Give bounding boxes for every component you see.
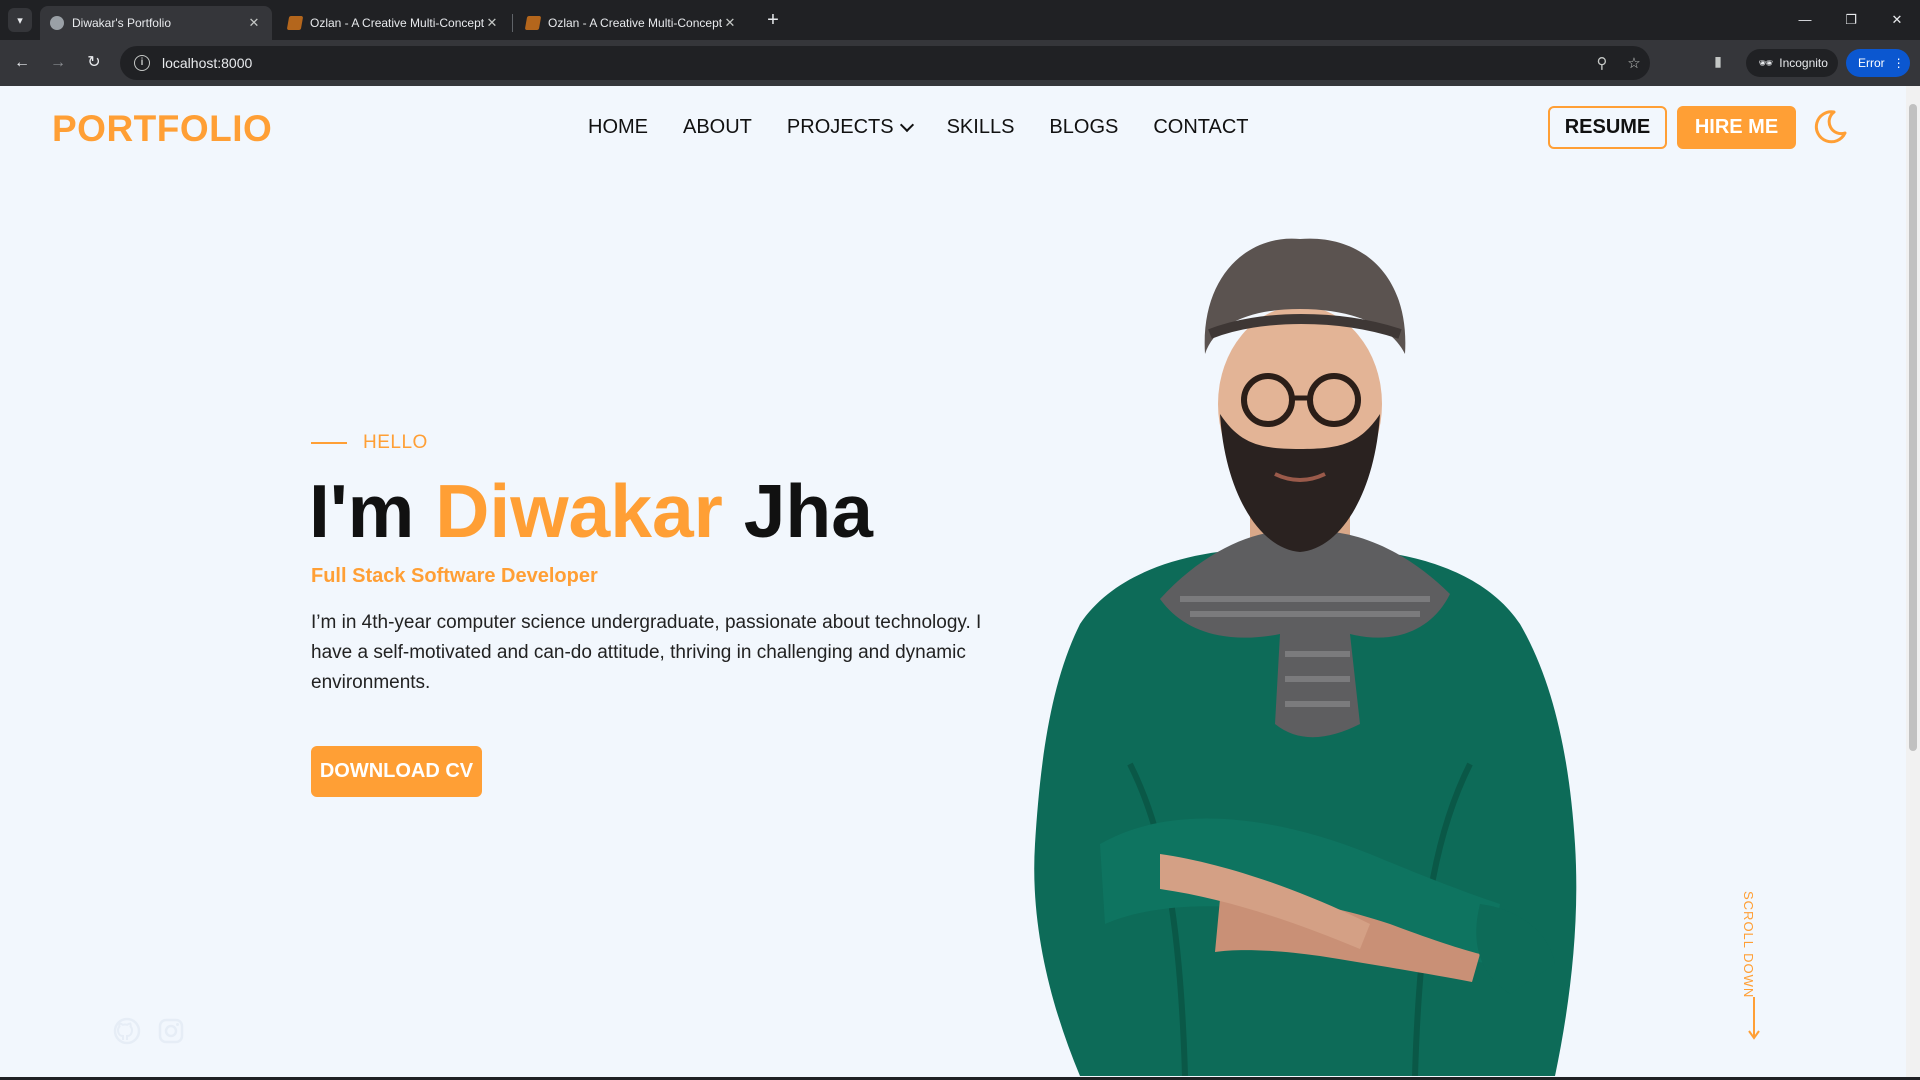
nav-about[interactable]: ABOUT (683, 116, 752, 139)
headline-first-name: Diwakar (435, 469, 723, 553)
site-info-icon[interactable]: i (134, 55, 150, 71)
globe-icon (50, 16, 64, 30)
instagram-icon[interactable] (156, 1016, 186, 1046)
nav-projects[interactable]: PROJECTS (786, 116, 914, 139)
social-links (112, 1016, 186, 1046)
bookmark-star-icon[interactable]: ☆ (1618, 54, 1650, 72)
hire-me-button[interactable]: HIRE ME (1677, 106, 1796, 149)
nav-skills[interactable]: SKILLS (947, 116, 1015, 139)
zoom-icon[interactable]: ⚲ (1586, 54, 1618, 72)
reload-button[interactable]: ↻ (80, 49, 108, 77)
main-nav: HOME ABOUT PROJECTS SKILLS BLOGS CONTACT (588, 116, 1249, 139)
scroll-down-label: SCROLL DOWN (1741, 891, 1756, 999)
hero-eyebrow: HELLO (311, 432, 428, 454)
moon-icon[interactable] (1810, 106, 1850, 146)
site-logo[interactable]: PORTFOLIO (52, 108, 272, 150)
error-label: Error (1858, 56, 1885, 70)
tab-ozlan-2[interactable]: Ozlan - A Creative Multi-Concept ✕ (516, 6, 748, 40)
resume-button[interactable]: RESUME (1548, 106, 1667, 149)
scrollbar-thumb[interactable] (1909, 104, 1917, 751)
tab-ozlan-1[interactable]: Ozlan - A Creative Multi-Concept ✕ (278, 6, 510, 40)
hero-bio: I’m in 4th-year computer science undergr… (311, 612, 982, 693)
nav-projects-label: PROJECTS (786, 116, 894, 138)
tab-separator (512, 14, 513, 32)
headline-last-name: Jha (743, 469, 873, 553)
restore-button[interactable]: ❐ (1828, 6, 1874, 34)
tab-close-icon[interactable]: ✕ (246, 15, 262, 31)
scroll-down-indicator[interactable]: SCROLL DOWN (1736, 891, 1766, 1043)
incognito-label: Incognito (1779, 56, 1828, 70)
eyebrow-text: HELLO (363, 432, 428, 453)
incognito-icon: 🕶 (1758, 56, 1774, 70)
nav-contact[interactable]: CONTACT (1153, 116, 1248, 139)
new-tab-button[interactable]: + (760, 8, 786, 34)
site-favicon-icon (286, 16, 304, 30)
url-text: localhost:8000 (162, 55, 253, 71)
hero-headline: I'm Diwakar Jha (309, 468, 873, 554)
tab-close-icon[interactable]: ✕ (722, 15, 738, 31)
tab-title: Diwakar's Portfolio (72, 16, 171, 30)
site-favicon-icon (524, 16, 542, 30)
chevron-down-icon (899, 117, 914, 132)
forward-button[interactable]: → (44, 49, 72, 77)
tab-title: Ozlan - A Creative Multi-Concept (310, 16, 484, 30)
github-icon[interactable] (112, 1016, 142, 1046)
headline-greeting: I'm (309, 469, 415, 553)
side-panel-icon[interactable]: ▮ (1707, 53, 1729, 73)
hero-role: Full Stack Software Developer (311, 565, 598, 587)
tab-close-icon[interactable]: ✕ (484, 15, 500, 31)
tab-title: Ozlan - A Creative Multi-Concept (548, 16, 722, 30)
nav-blogs[interactable]: BLOGS (1049, 116, 1118, 139)
minimize-button[interactable]: — (1782, 6, 1828, 34)
tab-diwakars-portfolio[interactable]: Diwakar's Portfolio ✕ (40, 6, 272, 40)
hero-portrait-image (1034, 238, 1577, 1076)
tab-search-button[interactable]: ▾ (8, 8, 32, 32)
eyebrow-line (311, 442, 347, 444)
arrow-down-icon (1748, 997, 1760, 1040)
close-window-button[interactable]: ✕ (1874, 6, 1920, 34)
download-cv-button[interactable]: DOWNLOAD CV (311, 746, 482, 797)
browser-tab-bar: ▾ Diwakar's Portfolio ✕ Ozlan - A Creati… (0, 0, 1920, 40)
page-scrollbar[interactable] (1906, 86, 1920, 1077)
nav-home[interactable]: HOME (588, 116, 648, 139)
portfolio-page: PORTFOLIO HOME ABOUT PROJECTS SKILLS BLO… (0, 86, 1906, 1077)
incognito-indicator[interactable]: 🕶 Incognito (1746, 49, 1838, 77)
profile-error-button[interactable]: Error ⋮ (1846, 49, 1910, 77)
address-bar[interactable]: i localhost:8000 ⚲ ☆ (120, 46, 1650, 80)
kebab-menu-icon[interactable]: ⋮ (1893, 56, 1905, 70)
browser-toolbar: ← → ↻ i localhost:8000 ⚲ ☆ ▮ 🕶 Incognito… (0, 40, 1920, 86)
back-button[interactable]: ← (8, 49, 36, 77)
